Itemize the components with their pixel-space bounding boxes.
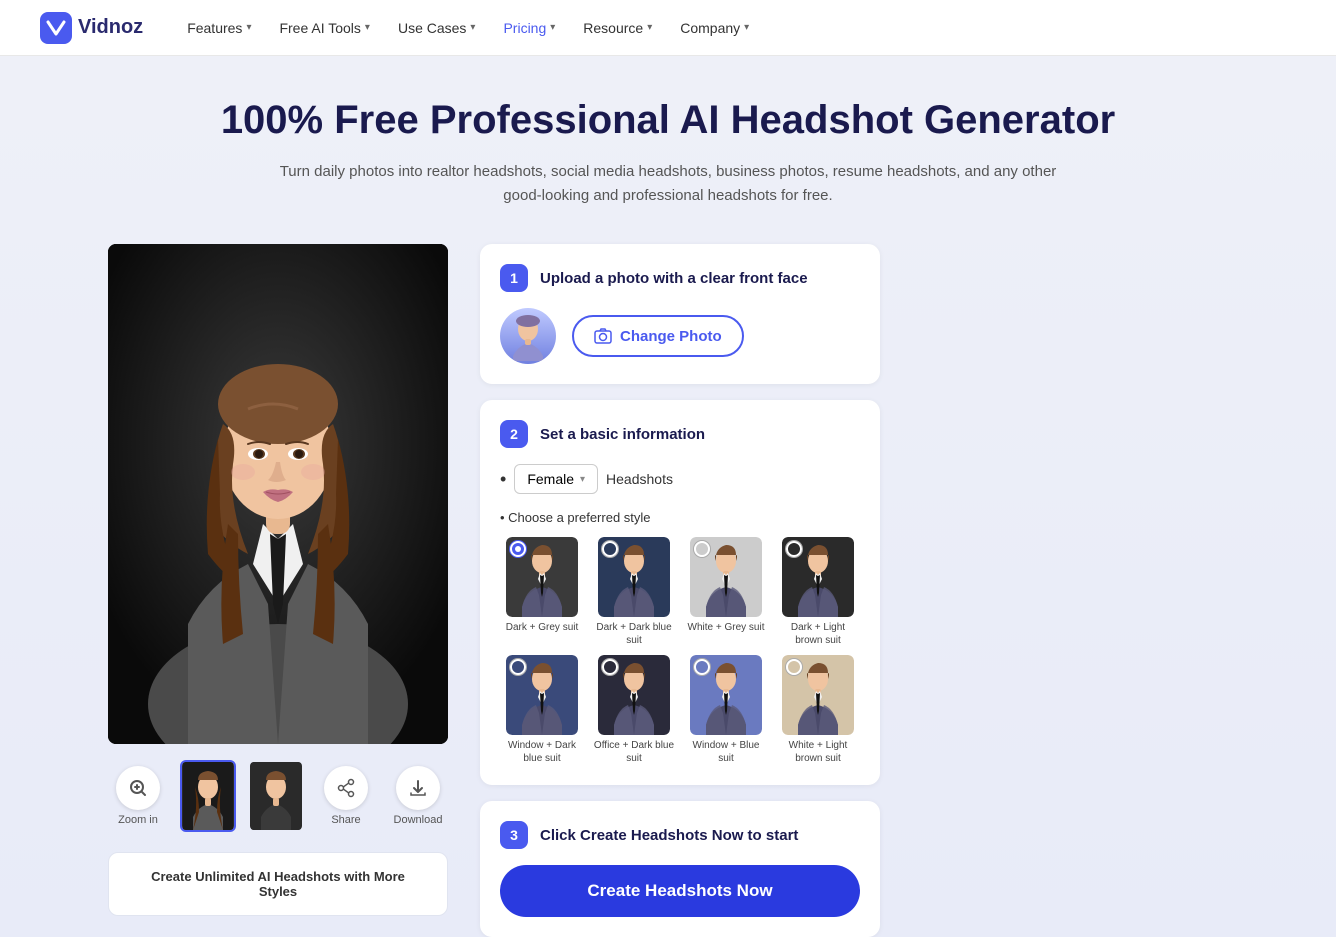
thumbnail-controls: Zoom in [108,760,448,832]
style-name-2: White + Grey suit [688,621,765,634]
style-item-3[interactable]: Dark + Light brown suit [776,537,860,647]
style-item-2[interactable]: White + Grey suit [684,537,768,647]
step1-title: Upload a photo with a clear front face [540,270,808,287]
hero-section: 100% Free Professional AI Headshot Gener… [0,56,1336,937]
style-name-0: Dark + Grey suit [506,621,579,634]
style-radio-0 [510,541,526,557]
thumb-image-1 [183,762,233,830]
bullet-1: • [500,469,506,490]
style-item-4[interactable]: Window + Dark blue suit [500,655,584,765]
style-section-label: • Choose a preferred style [500,510,860,525]
hero-subtitle: Turn daily photos into realtor headshots… [268,160,1068,208]
step2-card: 2 Set a basic information • Female ▾ Hea… [480,400,880,785]
style-item-5[interactable]: Office + Dark blue suit [592,655,676,765]
style-radio-4 [510,659,526,675]
style-radio-1 [602,541,618,557]
style-image-5 [598,655,670,735]
controls-section: 1 Upload a photo with a clear front face [480,244,880,937]
step3-header: 3 Click Create Headshots Now to start [500,821,860,849]
share-icon-wrap [324,766,368,810]
thumb-image-2 [251,762,301,830]
style-image-0 [506,537,578,617]
nav-item-free-ai-tools[interactable]: Free AI Tools ▾ [267,14,381,42]
style-item-1[interactable]: Dark + Dark blue suit [592,537,676,647]
chevron-down-icon: ▾ [647,22,652,33]
thumb-bg-2 [250,762,302,830]
thumbnail-2[interactable] [248,760,304,832]
create-headshots-button[interactable]: Create Headshots Now [500,865,860,917]
gender-select[interactable]: Female ▾ [514,464,598,494]
thumbnail-1[interactable] [180,760,236,832]
nav-item-resource[interactable]: Resource ▾ [571,14,664,42]
style-grid: Dark + Grey suit Dark + Dark blue suit [500,537,860,765]
zoom-in-icon-wrap [116,766,160,810]
step2-header: 2 Set a basic information [500,420,860,448]
style-image-2 [690,537,762,617]
logo-icon [40,12,72,44]
bottom-banner: Create Unlimited AI Headshots with More … [108,852,448,916]
step3-badge: 3 [500,821,528,849]
preview-section: Zoom in [108,244,448,916]
thumb-bg-1 [182,762,234,830]
avatar-image [500,308,556,364]
style-image-3 [782,537,854,617]
style-radio-7 [786,659,802,675]
style-radio-3 [786,541,802,557]
chevron-down-icon: ▾ [580,474,585,485]
step2-badge: 2 [500,420,528,448]
hero-title: 100% Free Professional AI Headshot Gener… [0,96,1336,144]
nav-item-company[interactable]: Company ▾ [668,14,761,42]
share-button[interactable]: Share [316,766,376,826]
nav-item-features[interactable]: Features ▾ [175,14,263,42]
preview-image [108,244,448,744]
step1-card: 1 Upload a photo with a clear front face [480,244,880,384]
style-radio-2 [694,541,710,557]
style-image-4 [506,655,578,735]
nav-item-use-cases[interactable]: Use Cases ▾ [386,14,488,42]
preview-image-wrapper [108,244,448,744]
step2-title: Set a basic information [540,426,705,443]
download-button[interactable]: Download [388,766,448,826]
upload-row: Change Photo [500,308,860,364]
step3-card: 3 Click Create Headshots Now to start Cr… [480,801,880,937]
style-image-1 [598,537,670,617]
step1-header: 1 Upload a photo with a clear front face [500,264,860,292]
navbar: Vidnoz Features ▾ Free AI Tools ▾ Use Ca… [0,0,1336,56]
style-radio-6 [694,659,710,675]
download-icon-wrap [396,766,440,810]
main-layout: Zoom in [68,244,1268,937]
chevron-down-icon: ▾ [744,22,749,33]
zoom-in-icon [128,778,148,798]
style-name-5: Office + Dark blue suit [592,739,676,765]
camera-icon [594,327,612,345]
share-icon [336,778,356,798]
style-name-6: Window + Blue suit [684,739,768,765]
style-radio-5 [602,659,618,675]
nav-links: Features ▾ Free AI Tools ▾ Use Cases ▾ P… [175,14,1296,42]
download-icon [408,778,428,798]
gender-row: • Female ▾ Headshots [500,464,860,494]
style-name-3: Dark + Light brown suit [776,621,860,647]
chevron-down-icon: ▾ [365,22,370,33]
headshots-label: Headshots [606,471,673,487]
chevron-down-icon: ▾ [246,22,251,33]
upload-avatar [500,308,556,364]
logo[interactable]: Vidnoz [40,12,143,44]
avatar-svg [508,311,548,361]
style-name-1: Dark + Dark blue suit [592,621,676,647]
step3-title: Click Create Headshots Now to start [540,827,798,844]
style-name-4: Window + Dark blue suit [500,739,584,765]
style-item-7[interactable]: White + Light brown suit [776,655,860,765]
style-item-0[interactable]: Dark + Grey suit [500,537,584,647]
chevron-down-icon: ▾ [470,22,475,33]
step1-badge: 1 [500,264,528,292]
style-item-6[interactable]: Window + Blue suit [684,655,768,765]
style-image-6 [690,655,762,735]
change-photo-button[interactable]: Change Photo [572,315,744,357]
nav-item-pricing[interactable]: Pricing ▾ [491,14,567,42]
style-image-7 [782,655,854,735]
style-name-7: White + Light brown suit [776,739,860,765]
zoom-in-button[interactable]: Zoom in [108,766,168,826]
chevron-down-icon: ▾ [550,22,555,33]
